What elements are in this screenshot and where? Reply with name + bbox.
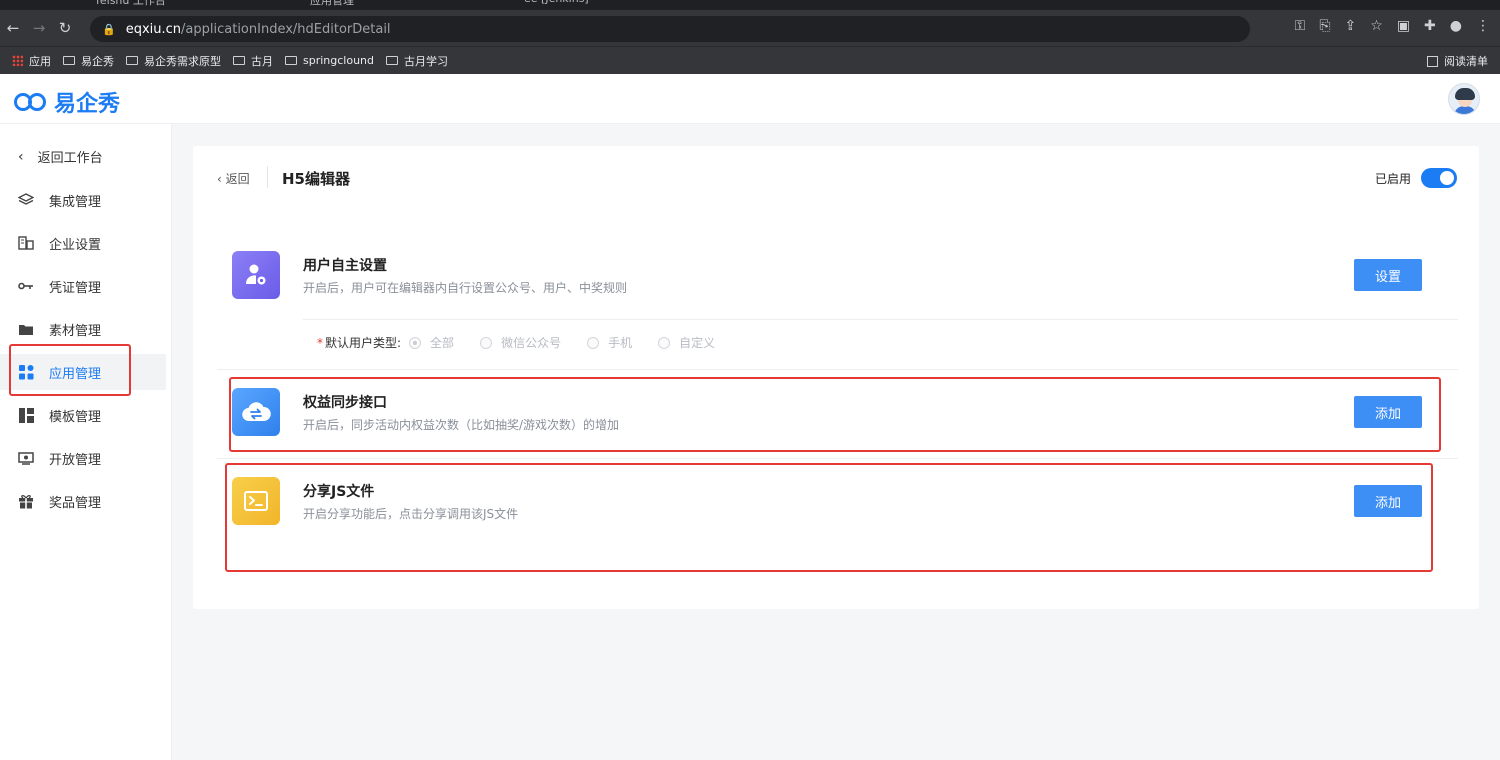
share-icon[interactable]: ⇪ <box>1345 18 1357 34</box>
highlight-box <box>9 344 131 396</box>
title-separator <box>267 166 268 188</box>
password-key-icon[interactable]: ⚿ <box>1295 18 1306 34</box>
browser-tab-active[interactable]: 应用管理 <box>310 0 354 10</box>
puzzle-icon[interactable]: ✚ <box>1424 18 1436 34</box>
bookmark-folder[interactable]: 易企秀 <box>63 53 114 69</box>
extension-badge-icon[interactable]: ▣ <box>1397 18 1410 34</box>
feature-desc: 开启后，用户可在编辑器内自行设置公众号、用户、中奖规则 <box>303 281 628 295</box>
open-icon <box>18 450 34 466</box>
radio-all[interactable]: 全部 <box>409 334 454 351</box>
lock-icon: 🔒 <box>102 22 116 36</box>
enable-status: 已启用 <box>1375 168 1457 188</box>
sidebar-item-enterprise[interactable]: 企业设置 <box>0 225 166 261</box>
browser-actions: ⚿ ⎘ ⇪ ☆ ▣ ✚ ● ⋮ <box>1295 18 1490 34</box>
chevron-left-icon: ‹ <box>18 148 24 165</box>
user-settings-icon <box>232 251 280 299</box>
address-bar[interactable]: 🔒 eqxiu.cn/applicationIndex/hdEditorDeta… <box>90 16 1250 42</box>
folder-icon <box>285 56 297 65</box>
sidebar-item-credentials[interactable]: 凭证管理 <box>0 268 166 304</box>
divider <box>217 458 1458 459</box>
star-icon[interactable]: ☆ <box>1370 18 1383 34</box>
url-host: eqxiu.cn <box>125 21 182 37</box>
forward-arrow-icon[interactable]: → <box>26 19 52 37</box>
enable-toggle[interactable] <box>1421 168 1457 188</box>
sidebar: ‹ 返回工作台 集成管理 企业设置 凭证管理 素材管理 应用管理 模板管理 开放… <box>0 124 172 760</box>
sidebar-item-prizes[interactable]: 奖品管理 <box>0 483 166 519</box>
translate-icon[interactable]: ⎘ <box>1319 18 1330 34</box>
brand-logo[interactable]: 易企秀 <box>14 86 120 118</box>
bookmark-folder[interactable]: 古月学习 <box>386 53 448 69</box>
reload-icon[interactable]: ↻ <box>52 19 78 37</box>
divider <box>303 319 1458 320</box>
building-icon <box>18 235 34 251</box>
bookmark-apps[interactable]: 应用 <box>12 53 51 69</box>
browser-tab-strip: feishu 工作台 应用管理 ee [Jenkins] <box>0 0 1500 10</box>
browser-tab[interactable]: feishu 工作台 <box>96 0 166 10</box>
sidebar-item-integration[interactable]: 集成管理 <box>0 182 166 218</box>
back-to-workbench[interactable]: ‹ 返回工作台 <box>18 147 103 167</box>
sidebar-item-materials[interactable]: 素材管理 <box>0 311 166 347</box>
sidebar-item-templates[interactable]: 模板管理 <box>0 397 166 433</box>
highlight-box <box>229 377 1441 452</box>
highlight-box <box>225 463 1433 572</box>
status-label: 已启用 <box>1374 171 1411 186</box>
key-icon <box>18 278 34 294</box>
url-path: /applicationIndex/hdEditorDetail <box>181 21 391 37</box>
folder-icon <box>386 56 399 65</box>
page-title: H5编辑器 <box>282 170 350 188</box>
folder-icon <box>233 56 245 65</box>
radio-phone[interactable]: 手机 <box>587 334 632 351</box>
feature-user-settings: 用户自主设置 开启后，用户可在编辑器内自行设置公众号、用户、中奖规则 <box>232 251 1447 311</box>
default-user-type: * 默认用户类型: 全部 微信公众号 手机 自定义 <box>317 334 741 351</box>
browser-tab[interactable]: ee [Jenkins] <box>524 0 589 10</box>
bookmark-folder[interactable]: springclound <box>285 54 374 67</box>
divider <box>217 369 1458 370</box>
user-type-label: * 默认用户类型: <box>317 336 402 350</box>
folder-icon <box>63 56 75 65</box>
folder-icon <box>126 56 138 65</box>
radio-custom[interactable]: 自定义 <box>658 334 715 351</box>
back-link[interactable]: ‹ 返回 <box>217 170 250 187</box>
bookmarks-bar: 应用 易企秀 易企秀需求原型 古月 springclound 古月学习 阅读清单 <box>0 46 1500 74</box>
avatar[interactable] <box>1448 83 1480 115</box>
gift-icon <box>18 493 34 509</box>
profile-icon[interactable]: ● <box>1450 18 1462 34</box>
reading-list[interactable]: 阅读清单 <box>1427 53 1488 69</box>
more-menu-icon[interactable]: ⋮ <box>1476 18 1490 34</box>
feature-title: 用户自主设置 <box>303 258 387 274</box>
radio-wechat[interactable]: 微信公众号 <box>480 334 561 351</box>
layers-icon <box>18 192 34 208</box>
sidebar-item-open[interactable]: 开放管理 <box>0 440 166 476</box>
template-icon <box>18 407 34 423</box>
folder-icon <box>18 321 34 337</box>
bookmark-folder[interactable]: 古月 <box>233 53 273 69</box>
logo-mark-icon <box>14 90 52 114</box>
settings-button[interactable]: 设置 <box>1354 259 1422 291</box>
reading-list-icon <box>1427 55 1438 67</box>
bookmark-folder[interactable]: 易企秀需求原型 <box>126 53 221 69</box>
app-header: 易企秀 <box>0 74 1500 124</box>
browser-toolbar: ← → ↻ 🔒 eqxiu.cn/applicationIndex/hdEdit… <box>0 10 1500 46</box>
apps-grid-icon <box>12 55 23 66</box>
back-arrow-icon[interactable]: ← <box>0 19 26 37</box>
